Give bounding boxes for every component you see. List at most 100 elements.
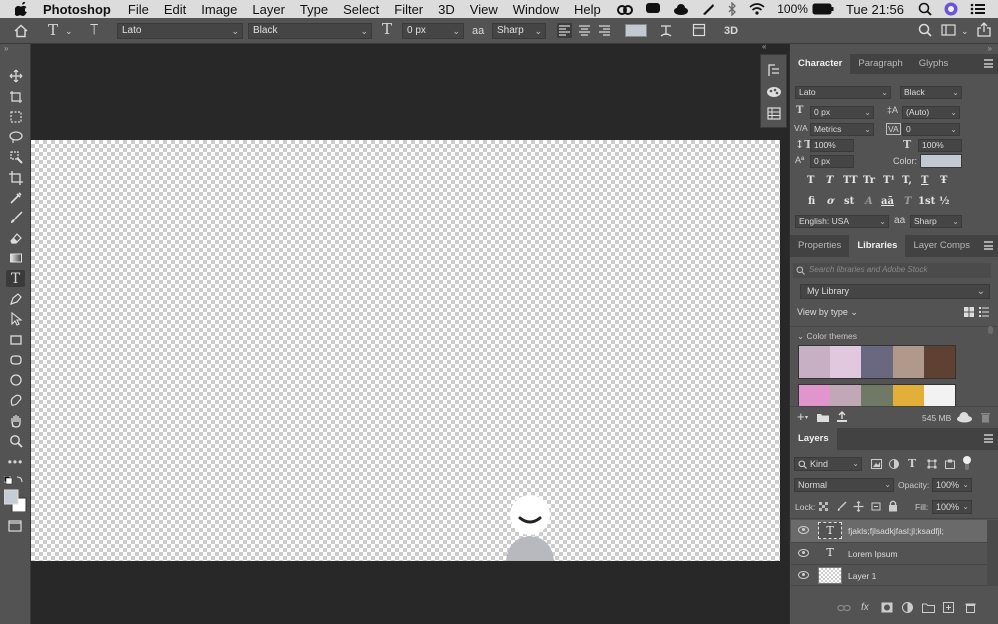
ligatures-button[interactable]: fi xyxy=(808,196,815,207)
new-adjustment-layer-icon[interactable] xyxy=(902,602,913,613)
document-canvas[interactable] xyxy=(31,140,780,561)
new-layer-icon[interactable] xyxy=(943,602,954,613)
menu-view[interactable]: View xyxy=(470,2,498,17)
orientation-toggle-icon[interactable]: ⟙ xyxy=(90,23,98,37)
layers-scrollbar[interactable] xyxy=(987,520,998,586)
hand-tool-icon[interactable] xyxy=(6,412,25,429)
lock-position-icon[interactable] xyxy=(853,501,864,512)
ordinals-button[interactable]: 1st xyxy=(918,196,935,207)
crop-tool-icon[interactable] xyxy=(6,169,25,186)
home-icon[interactable] xyxy=(14,24,28,38)
creative-cloud-sync-icon[interactable] xyxy=(956,411,973,423)
layer-filter-kind-select[interactable]: Kind ⌄ xyxy=(794,457,862,471)
align-center-icon[interactable] xyxy=(577,23,592,38)
lock-image-pixels-icon[interactable] xyxy=(837,501,847,512)
link-layers-icon[interactable] xyxy=(837,603,851,613)
custom-shape-tool-icon[interactable] xyxy=(6,391,25,408)
brush-tool-icon[interactable] xyxy=(6,209,25,226)
view-by-type-dropdown[interactable]: View by type ⌄ xyxy=(797,307,858,318)
char-font-family-select[interactable]: Lato ⌄ xyxy=(795,86,891,99)
subscript-button[interactable]: T, xyxy=(902,175,912,186)
filter-smart-object-icon[interactable] xyxy=(945,459,955,469)
tab-layer-comps[interactable]: Layer Comps xyxy=(905,235,978,257)
tab-libraries[interactable]: Libraries xyxy=(849,235,906,257)
expand-icon[interactable]: « xyxy=(762,42,766,51)
app-menu[interactable]: Photoshop xyxy=(43,2,111,17)
menu-edit[interactable]: Edit xyxy=(164,2,186,17)
type-tool-preset-icon[interactable]: T xyxy=(48,23,58,38)
grid-view-icon[interactable] xyxy=(963,306,975,318)
all-caps-button[interactable]: TT xyxy=(843,175,858,186)
marquee-tool-icon[interactable] xyxy=(6,108,25,125)
titling-alternates-button[interactable]: aā xyxy=(881,196,894,207)
collapse-panels-icon[interactable]: » xyxy=(988,44,992,53)
upload-icon[interactable] xyxy=(836,411,848,423)
new-group-icon[interactable] xyxy=(922,602,935,613)
color-swatches[interactable] xyxy=(4,476,28,512)
list-view-icon[interactable] xyxy=(978,306,990,318)
menu-layer[interactable]: Layer xyxy=(252,2,285,17)
swash-button[interactable]: st xyxy=(844,196,854,207)
battery-icon[interactable] xyxy=(812,3,834,15)
filter-toggle-icon[interactable] xyxy=(962,455,972,471)
gradient-tool-icon[interactable] xyxy=(6,249,25,266)
pen-tool-icon[interactable] xyxy=(6,290,25,307)
old-style-button[interactable]: ơ xyxy=(827,196,834,207)
ornaments-button[interactable]: T xyxy=(904,196,911,207)
screen-mode-icon[interactable] xyxy=(8,520,22,532)
antialias-select[interactable]: Sharp ⌄ xyxy=(492,23,546,39)
fill-field[interactable]: 100% ⌄ xyxy=(932,500,972,514)
brush-settings-icon[interactable] xyxy=(767,63,781,77)
add-mask-icon[interactable] xyxy=(881,602,893,613)
eyedropper-tool-icon[interactable] xyxy=(6,189,25,206)
tab-character[interactable]: Character xyxy=(790,54,851,74)
menu-filter[interactable]: Filter xyxy=(394,2,423,17)
bluetooth-icon[interactable] xyxy=(727,2,737,16)
apple-icon[interactable] xyxy=(15,2,29,16)
3d-button[interactable]: 3D xyxy=(724,24,738,38)
character-panel-icon[interactable] xyxy=(692,23,706,37)
rounded-rectangle-tool-icon[interactable] xyxy=(6,351,25,368)
libraries-scrollbar-thumb[interactable] xyxy=(988,326,993,334)
visibility-eye-icon[interactable] xyxy=(798,549,809,557)
small-caps-button[interactable]: Tr xyxy=(863,175,875,186)
text-color-swatch[interactable] xyxy=(625,24,647,37)
quick-select-tool-icon[interactable] xyxy=(6,148,25,165)
menubar-clock[interactable]: Tue 21:56 xyxy=(846,2,904,17)
char-antialias-select[interactable]: Sharp ⌄ xyxy=(910,215,962,228)
font-family-select[interactable]: Lato ⌄ xyxy=(117,23,243,39)
tab-properties[interactable]: Properties xyxy=(790,235,849,257)
panel-menu-icon[interactable] xyxy=(984,241,993,250)
char-kerning-select[interactable]: Metrics ⌄ xyxy=(810,123,874,136)
layer-row[interactable]: Layer 1 xyxy=(791,564,987,586)
char-baseline-field[interactable]: 0 px xyxy=(810,155,854,168)
add-content-icon[interactable]: + xyxy=(797,409,805,424)
search-icon[interactable] xyxy=(918,2,932,16)
menu-3d[interactable]: 3D xyxy=(438,2,455,17)
filter-type-icon[interactable]: T xyxy=(908,457,916,470)
more-tools-icon[interactable]: ••• xyxy=(6,453,25,470)
share-icon[interactable] xyxy=(976,22,992,38)
chevron-down-icon[interactable]: ⌄ xyxy=(961,24,969,38)
color-themes-header[interactable]: ⌄ Color themes xyxy=(797,331,857,342)
layer-name[interactable]: Lorem Ipsum xyxy=(848,549,898,559)
move-tool-icon[interactable] xyxy=(6,67,25,84)
siri-icon[interactable] xyxy=(944,2,958,16)
fx-button[interactable]: fx xyxy=(861,602,869,613)
blend-mode-select[interactable]: Normal ⌄ xyxy=(794,478,894,492)
filter-pixel-icon[interactable] xyxy=(871,459,882,469)
collapse-strip[interactable]: « xyxy=(760,42,789,54)
align-left-icon[interactable] xyxy=(557,23,572,38)
char-size-select[interactable]: 0 px ⌄ xyxy=(810,106,874,119)
lock-all-icon[interactable] xyxy=(888,500,898,512)
tab-glyphs[interactable]: Glyphs xyxy=(911,54,957,74)
panel-menu-icon[interactable] xyxy=(984,434,993,443)
language-select[interactable]: English: USA ⌄ xyxy=(795,215,889,228)
char-font-style-select[interactable]: Black ⌄ xyxy=(900,86,962,99)
strikethrough-button[interactable]: Ŧ xyxy=(940,175,947,186)
table-grid-icon[interactable] xyxy=(767,107,781,120)
tab-layers[interactable]: Layers xyxy=(790,428,837,450)
tab-paragraph[interactable]: Paragraph xyxy=(850,54,910,74)
font-size-select[interactable]: 0 px ⌄ xyxy=(402,23,464,39)
filter-shape-icon[interactable] xyxy=(927,459,937,469)
